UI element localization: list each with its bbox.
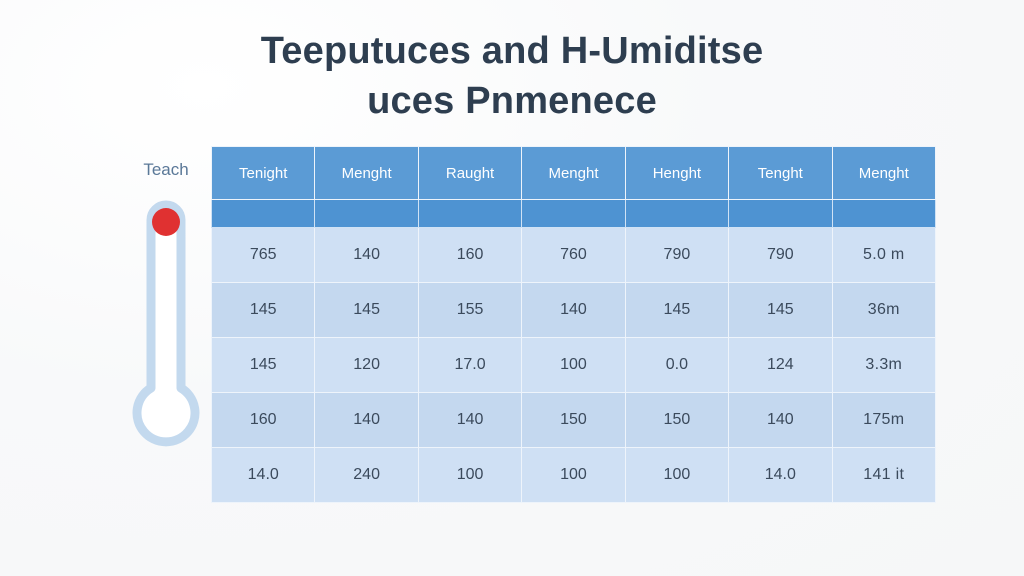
thermometer-label: Teach xyxy=(143,160,189,179)
subheader-cell-6 xyxy=(831,199,937,228)
page-title: Teeputuces and H-Umiditse uces Pnmenece xyxy=(0,26,1024,126)
column-header-1[interactable]: Menght xyxy=(314,146,419,200)
cell-r4c1: 240 xyxy=(314,447,419,503)
cell-r1c6: 36m xyxy=(831,282,937,338)
data-table-container: Tenight Menght Raught Menght Henght Teng… xyxy=(210,146,937,503)
cell-r0c3: 760 xyxy=(521,227,626,283)
table-body: 765 140 160 760 790 790 5.0 m 145 145 15… xyxy=(210,227,937,503)
data-table: Tenight Menght Raught Menght Henght Teng… xyxy=(210,146,937,503)
cell-r0c4: 790 xyxy=(624,227,730,283)
cell-r4c6: 141 it xyxy=(831,447,937,503)
cell-r0c0: 765 xyxy=(210,227,316,283)
subheader-cell-2 xyxy=(417,199,523,228)
cell-r3c6: 175m xyxy=(831,392,937,448)
cell-r1c1: 145 xyxy=(314,282,419,338)
cell-r1c2: 155 xyxy=(417,282,523,338)
cell-r3c1: 140 xyxy=(314,392,419,448)
column-header-0[interactable]: Tenight xyxy=(210,146,316,200)
cell-r3c2: 140 xyxy=(417,392,523,448)
cell-r3c5: 140 xyxy=(728,392,833,448)
page-title-line-2: uces Pnmenece xyxy=(367,80,657,122)
table-row: 14.0 240 100 100 100 14.0 141 it xyxy=(210,447,937,503)
subheader-cell-1 xyxy=(314,199,419,228)
table-header-row: Tenight Menght Raught Menght Henght Teng… xyxy=(210,146,937,200)
cell-r2c0: 145 xyxy=(210,337,316,393)
cell-r1c5: 145 xyxy=(728,282,833,338)
cell-r4c2: 100 xyxy=(417,447,523,503)
cell-r2c4: 0.0 xyxy=(624,337,730,393)
cell-r2c1: 120 xyxy=(314,337,419,393)
cell-r0c2: 160 xyxy=(417,227,523,283)
cell-r2c5: 124 xyxy=(728,337,833,393)
cell-r2c2: 17.0 xyxy=(417,337,523,393)
column-header-6[interactable]: Menght xyxy=(831,146,937,200)
cell-r1c3: 140 xyxy=(521,282,626,338)
cell-r2c6: 3.3m xyxy=(831,337,937,393)
table-row: 160 140 140 150 150 140 175m xyxy=(210,392,937,448)
cell-r4c4: 100 xyxy=(624,447,730,503)
subheader-cell-0 xyxy=(210,199,316,228)
table-header: Tenight Menght Raught Menght Henght Teng… xyxy=(210,146,937,228)
column-header-5[interactable]: Tenght xyxy=(728,146,833,200)
cell-r3c0: 160 xyxy=(210,392,316,448)
cell-r3c3: 150 xyxy=(521,392,626,448)
column-header-2[interactable]: Raught xyxy=(417,146,523,200)
thermometer-icon xyxy=(118,192,214,468)
cell-r1c4: 145 xyxy=(624,282,730,338)
table-row: 765 140 160 760 790 790 5.0 m xyxy=(210,227,937,283)
subheader-cell-5 xyxy=(728,199,833,228)
column-header-4[interactable]: Henght xyxy=(624,146,730,200)
cell-r4c3: 100 xyxy=(521,447,626,503)
table-subheader-row xyxy=(210,199,937,228)
cell-r1c0: 145 xyxy=(210,282,316,338)
cell-r0c1: 140 xyxy=(314,227,419,283)
thermometer-panel: Teach xyxy=(118,160,214,468)
page-title-line-1: Teeputuces and H-Umiditse xyxy=(260,30,764,72)
table-row: 145 145 155 140 145 145 36m xyxy=(210,282,937,338)
subheader-cell-4 xyxy=(624,199,730,228)
column-header-3[interactable]: Menght xyxy=(521,146,626,200)
cell-r0c5: 790 xyxy=(728,227,833,283)
cell-r0c6: 5.0 m xyxy=(831,227,937,283)
table-row: 145 120 17.0 100 0.0 124 3.3m xyxy=(210,337,937,393)
cell-r3c4: 150 xyxy=(624,392,730,448)
cell-r4c0: 14.0 xyxy=(210,447,316,503)
subheader-cell-3 xyxy=(521,199,626,228)
cell-r2c3: 100 xyxy=(521,337,626,393)
cell-r4c5: 14.0 xyxy=(728,447,833,503)
